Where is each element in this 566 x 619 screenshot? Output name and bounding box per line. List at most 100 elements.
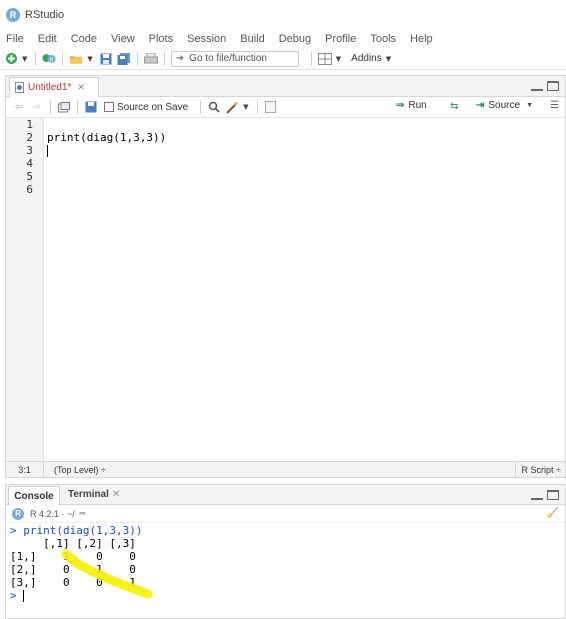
source-dropdown-icon[interactable]: ▼ — [526, 102, 533, 109]
new-file-dropdown-icon[interactable]: ▼ — [22, 55, 27, 63]
svg-text:R: R — [50, 58, 54, 64]
main-toolbar: ▼ R ▼ ➜ Go to file/function ▼ Addins ▼ — [0, 48, 566, 70]
go-to-arrow-icon: ➜ — [175, 53, 185, 64]
tab-terminal[interactable]: Terminal ✕ — [68, 489, 120, 500]
addins-dropdown-icon[interactable]: ▼ — [386, 55, 391, 63]
code-tools-wand-icon[interactable] — [225, 100, 239, 114]
terminal-tab-label: Terminal — [68, 489, 109, 500]
console-tab-strip: Console Terminal ✕ — [6, 485, 565, 505]
source-label: Source — [488, 100, 521, 111]
rstudio-logo-icon: R — [6, 7, 20, 22]
save-icon[interactable] — [99, 52, 113, 66]
addins-menu[interactable]: Addins — [351, 53, 382, 64]
menu-file[interactable]: File — [6, 33, 24, 45]
r-file-icon — [15, 82, 24, 93]
toolbar-divider — [200, 100, 202, 114]
menu-session[interactable]: Session — [187, 33, 226, 45]
working-dir-arrow-icon[interactable]: ➦ — [79, 508, 87, 519]
text-cursor — [47, 145, 48, 157]
new-file-icon[interactable] — [4, 52, 18, 66]
run-arrow-icon: ⇒ — [396, 100, 405, 111]
menu-help[interactable]: Help — [410, 33, 433, 45]
run-button[interactable]: ⇒ Run — [396, 100, 427, 111]
close-icon[interactable]: ✕ — [112, 489, 120, 500]
code-line-with-cursor[interactable] — [46, 144, 561, 157]
toolbar-divider — [77, 100, 78, 114]
scope-selector[interactable]: (Top Level) ÷ — [54, 465, 106, 475]
tab-console[interactable]: Console — [8, 486, 60, 505]
console-output-line: [,1] [,2] [,3] — [10, 537, 136, 550]
open-dropdown-icon[interactable]: ▼ — [87, 55, 92, 63]
minimize-pane-icon[interactable] — [531, 490, 543, 500]
menu-build[interactable]: Build — [240, 33, 264, 45]
menu-code[interactable]: Code — [71, 33, 97, 45]
console-output[interactable]: > print(diag(1,3,3)) [,1] [,2] [,3] [1,]… — [6, 524, 565, 619]
console-command-line: > print(diag(1,3,3)) — [10, 524, 143, 537]
save-all-icon[interactable] — [117, 52, 131, 66]
minimize-pane-icon[interactable] — [531, 81, 543, 91]
compile-report-icon[interactable] — [264, 100, 278, 114]
file-type-selector[interactable]: R Script ÷ — [514, 461, 561, 478]
window-title: RStudio — [25, 8, 65, 21]
console-output-line: [2,] 0 1 0 — [10, 563, 136, 576]
toolbar-divider — [62, 51, 64, 66]
maximize-pane-icon[interactable] — [547, 81, 559, 91]
print-icon[interactable] — [143, 52, 158, 66]
menu-tools[interactable]: Tools — [370, 33, 396, 45]
code-editor[interactable]: print(diag(1,3,3)) — [46, 118, 561, 461]
editor-toolbar: ⇦ ⇨ Source on Save ▼ ⇒ Run ⇆ ⇥ Source ▼ … — [6, 97, 565, 118]
code-line[interactable] — [46, 183, 561, 196]
editor-status-bar: 3:1 (Top Level) ÷ R Script ÷ — [6, 461, 565, 478]
close-icon[interactable]: ✕ — [77, 82, 85, 93]
editor-window-controls — [531, 81, 559, 91]
source-editor-pane: Untitled1* ✕ ⇦ ⇨ Source on Save ▼ ⇒ Run … — [5, 75, 566, 478]
source-on-save-label: Source on Save — [117, 101, 189, 113]
tab-untitled1[interactable]: Untitled1* ✕ — [9, 77, 99, 97]
cursor-position: 3:1 — [6, 461, 44, 478]
forward-arrow-icon[interactable]: ⇨ — [30, 100, 44, 114]
code-line[interactable]: print(diag(1,3,3)) — [46, 131, 561, 144]
back-arrow-icon[interactable]: ⇦ — [12, 100, 26, 114]
go-to-file-input[interactable]: ➜ Go to file/function — [170, 50, 299, 67]
pane-layout-icon[interactable] — [317, 52, 332, 66]
line-number: 3 — [26, 144, 33, 157]
source-arrow-icon: ⇥ — [476, 100, 485, 111]
console-prompt[interactable]: > — [6, 589, 565, 602]
console-output-line: [1,] 1 0 0 — [10, 550, 136, 563]
console-info-bar: R R 4.2.1 · ~/ ➦ 🧹 — [6, 505, 565, 523]
source-on-save-checkbox[interactable] — [104, 102, 114, 112]
title-bar: R RStudio — [0, 0, 566, 29]
line-number: 6 — [26, 183, 33, 196]
document-outline-icon[interactable]: ☰ — [550, 100, 559, 111]
code-tools-dropdown-icon[interactable]: ▼ — [243, 103, 248, 111]
console-output-line: [3,] 0 0 1 — [10, 576, 136, 589]
save-icon[interactable] — [84, 100, 98, 114]
menu-bar: File Edit Code View Plots Session Build … — [0, 29, 566, 48]
menu-plots[interactable]: Plots — [149, 33, 173, 45]
menu-profile[interactable]: Profile — [325, 33, 356, 45]
menu-edit[interactable]: Edit — [38, 33, 57, 45]
menu-view[interactable]: View — [111, 33, 135, 45]
open-folder-icon[interactable] — [69, 52, 83, 66]
code-line[interactable] — [46, 118, 561, 131]
show-in-window-icon[interactable] — [57, 100, 71, 114]
toolbar-divider — [163, 51, 165, 66]
editor-tab-label: Untitled1* — [28, 82, 72, 93]
toolbar-divider — [256, 100, 258, 114]
text-cursor — [23, 590, 25, 602]
line-number: 1 — [26, 118, 33, 131]
rerun-icon[interactable]: ⇆ — [450, 101, 458, 112]
code-line[interactable] — [46, 170, 561, 183]
source-button[interactable]: ⇥ Source ▼ — [476, 100, 539, 111]
maximize-pane-icon[interactable] — [547, 490, 559, 500]
new-project-icon[interactable]: R — [42, 52, 56, 66]
editor-tab-strip: Untitled1* ✕ — [6, 76, 565, 97]
code-line[interactable] — [46, 157, 561, 170]
clear-console-icon[interactable]: 🧹 — [547, 508, 559, 519]
pane-layout-dropdown-icon[interactable]: ▼ — [336, 55, 341, 63]
console-window-controls — [531, 490, 559, 500]
menu-debug[interactable]: Debug — [279, 33, 311, 45]
search-icon[interactable] — [207, 100, 221, 114]
run-label: Run — [408, 100, 427, 111]
console-pane: Console Terminal ✕ R R 4.2.1 · ~/ ➦ 🧹 > p… — [5, 484, 566, 619]
